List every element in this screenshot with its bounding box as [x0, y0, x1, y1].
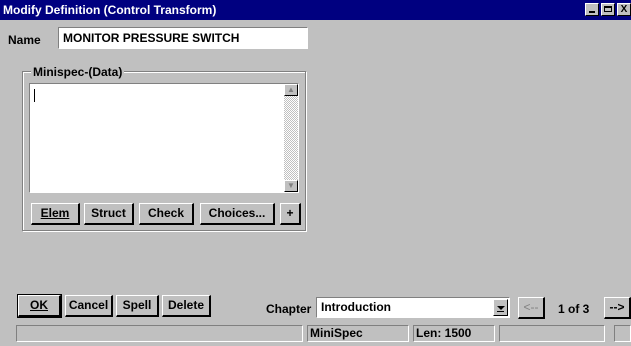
next-arrow-icon: --> [609, 300, 625, 314]
plus-icon: + [286, 206, 294, 220]
minimize-button[interactable] [585, 3, 599, 16]
minispec-legend: Minispec-(Data) [31, 65, 125, 79]
chapter-label: Chapter [266, 302, 312, 316]
elem-button[interactable]: Elem [31, 203, 80, 225]
chapter-value: Introduction [321, 300, 391, 314]
delete-button[interactable]: Delete [162, 295, 211, 317]
vertical-scrollbar[interactable]: ▲ ▼ [284, 84, 298, 192]
delete-button-label: Delete [167, 298, 205, 312]
status-cell-1 [16, 325, 303, 342]
choices-button[interactable]: Choices... [200, 203, 275, 225]
spell-button-label: Spell [122, 298, 152, 312]
text-caret [34, 89, 35, 102]
scroll-down-icon: ▼ [287, 181, 295, 190]
dropdown-underline [497, 311, 504, 312]
check-button-label: Check [147, 206, 185, 220]
choices-button-label: Choices... [208, 206, 266, 220]
cancel-button-label: Cancel [68, 298, 109, 312]
next-chapter-button[interactable]: --> [604, 297, 631, 319]
cancel-button[interactable]: Cancel [65, 295, 113, 317]
struct-button-label: Struct [91, 206, 126, 220]
name-label: Name [8, 33, 41, 47]
maximize-icon [604, 6, 612, 12]
name-input[interactable]: MONITOR PRESSURE SWITCH [58, 27, 308, 49]
struct-button[interactable]: Struct [84, 203, 134, 225]
add-button[interactable]: + [280, 203, 301, 225]
page-indicator: 1 of 3 [558, 302, 590, 316]
dialog-window: Modify Definition (Control Transform) X … [0, 0, 631, 346]
prev-chapter-button[interactable]: <-- [518, 297, 545, 319]
ok-button-label: OK [30, 298, 48, 312]
status-cell-4 [499, 325, 605, 342]
prev-arrow-icon: <-- [523, 300, 539, 314]
scroll-up-icon: ▲ [287, 85, 295, 94]
window-title: Modify Definition (Control Transform) [3, 3, 217, 17]
status-mode: MiniSpec [307, 325, 409, 342]
ok-button[interactable]: OK [17, 294, 62, 318]
window-controls: X [583, 3, 631, 16]
minispec-editor[interactable]: ▲ ▼ [29, 83, 299, 193]
title-bar[interactable]: Modify Definition (Control Transform) X [0, 0, 631, 20]
scroll-up-button[interactable]: ▲ [284, 84, 298, 96]
maximize-button[interactable] [601, 3, 615, 16]
spell-button[interactable]: Spell [116, 295, 159, 317]
chevron-down-icon [497, 306, 505, 310]
status-cell-5 [614, 325, 631, 342]
chapter-dropdown[interactable]: Introduction [316, 297, 510, 318]
close-icon: X [620, 4, 628, 15]
elem-button-label: Elem [40, 206, 70, 220]
status-length: Len: 1500 [413, 325, 495, 342]
close-button[interactable]: X [617, 3, 631, 16]
scroll-down-button[interactable]: ▼ [284, 180, 298, 192]
minimize-icon [589, 11, 595, 13]
check-button[interactable]: Check [139, 203, 194, 225]
chapter-dropdown-button[interactable] [493, 299, 508, 316]
